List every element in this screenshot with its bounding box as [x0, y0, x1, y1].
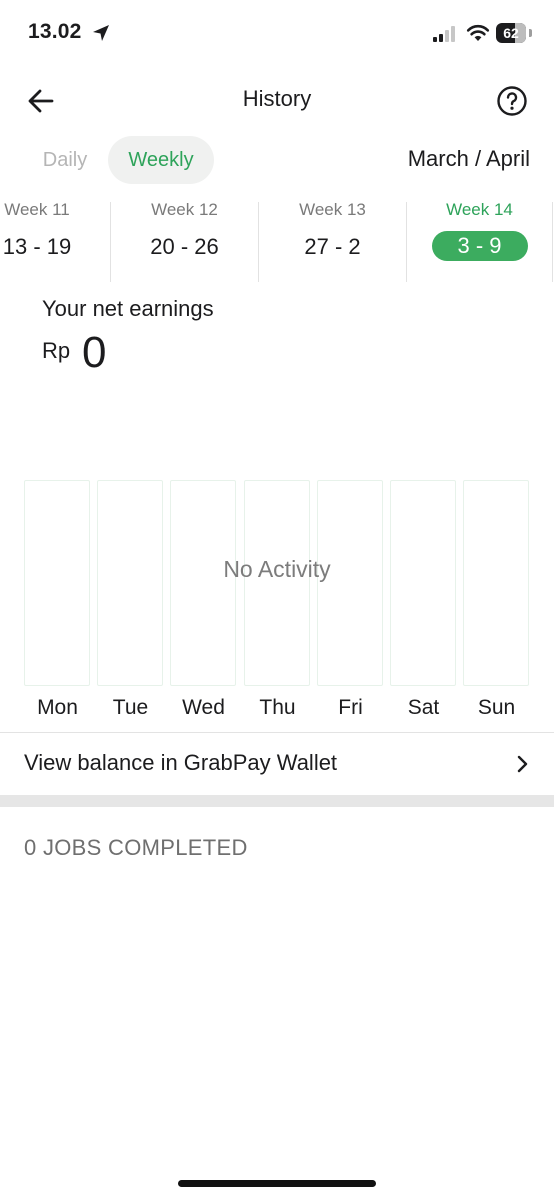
week-item-11[interactable]: Week 11 13 - 19: [0, 196, 110, 286]
week-range-selected: 3 - 9: [431, 231, 528, 261]
jobs-completed-label: 0 JOBS COMPLETED: [24, 835, 248, 860]
currency-label: Rp: [42, 338, 71, 363]
week-label: Week 13: [299, 200, 366, 219]
tab-daily[interactable]: Daily: [30, 136, 100, 184]
day-label-fri: Fri: [338, 696, 363, 719]
day-bar-tue[interactable]: [97, 480, 163, 686]
help-button[interactable]: [496, 85, 528, 117]
day-label-mon: Mon: [37, 696, 78, 719]
day-label-tue: Tue: [112, 696, 149, 719]
battery-percent: 62: [503, 25, 519, 41]
status-time: 13.02: [28, 20, 82, 43]
week-range: 27 - 2: [304, 234, 361, 259]
day-bar-sun[interactable]: [463, 480, 529, 686]
day-bar-wed[interactable]: [170, 480, 236, 686]
section-separator: [0, 795, 554, 807]
week-selector: Week 11 13 - 19 Week 12 20 - 26 Week 13 …: [0, 196, 554, 286]
day-bar-fri[interactable]: [317, 480, 383, 686]
day-label-thu: Thu: [259, 696, 296, 719]
battery-icon: 62: [496, 23, 532, 43]
location-arrow-icon: [93, 25, 109, 41]
week-label: Week 14: [446, 200, 513, 219]
chevron-right-icon: [517, 755, 528, 773]
daily-earnings-chart: [24, 480, 530, 686]
week-range: 13 - 19: [2, 234, 72, 259]
day-bar-sat[interactable]: [390, 480, 456, 686]
week-range: 20 - 26: [150, 234, 219, 259]
net-earnings-value: 0: [82, 328, 107, 377]
net-earnings-label: Your net earnings: [42, 296, 214, 321]
month-range-label: March / April: [407, 146, 530, 171]
page-title: History: [242, 86, 312, 111]
day-label-wed: Wed: [182, 696, 225, 719]
view-wallet-balance-label: View balance in GrabPay Wallet: [24, 750, 338, 775]
day-bar-mon[interactable]: [24, 480, 90, 686]
no-activity-message: No Activity: [223, 556, 331, 582]
wifi-icon: [466, 24, 490, 41]
week-item-13[interactable]: Week 13 27 - 2: [259, 196, 406, 286]
home-indicator[interactable]: [178, 1180, 376, 1187]
week-label: Week 11: [4, 200, 70, 219]
day-bar-thu[interactable]: [244, 480, 310, 686]
week-item-14[interactable]: Week 14 3 - 9: [407, 196, 552, 286]
week-label: Week 12: [151, 200, 218, 219]
tab-weekly[interactable]: Weekly: [108, 136, 214, 184]
cellular-signal-icon: [433, 26, 459, 42]
week-item-12[interactable]: Week 12 20 - 26: [111, 196, 258, 286]
day-label-sat: Sat: [407, 696, 440, 719]
day-label-sun: Sun: [477, 696, 516, 719]
